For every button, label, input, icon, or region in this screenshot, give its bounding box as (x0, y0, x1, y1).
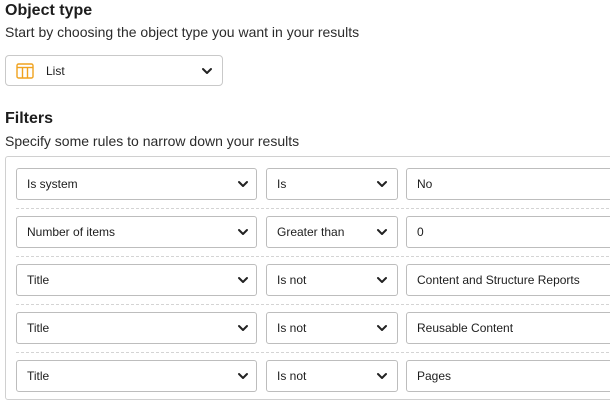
filter-value-text: Content and Structure Reports (417, 273, 580, 287)
filter-value-input[interactable]: Pages (406, 360, 610, 392)
filter-operator-label: Is (277, 177, 287, 191)
filter-field-select[interactable]: Title (16, 360, 257, 392)
filter-field-label: Number of items (27, 225, 116, 239)
filter-operator-label: Is not (277, 369, 307, 383)
object-type-title: Object type (5, 2, 93, 19)
filter-value-text: No (417, 177, 433, 191)
filter-operator-select[interactable]: Is not (266, 360, 398, 392)
filter-field-select[interactable]: Number of items (16, 216, 257, 248)
filter-operator-select[interactable]: Is not (266, 312, 398, 344)
filter-operator-label: Greater than (277, 225, 345, 239)
filter-value-input[interactable]: 0 (406, 216, 610, 248)
filter-field-label: Title (27, 321, 50, 335)
chevron-down-icon (235, 176, 251, 192)
filter-operator-select[interactable]: Is (266, 168, 398, 200)
chevron-down-icon (199, 63, 215, 79)
filter-value-input[interactable]: Content and Structure Reports (406, 264, 610, 296)
filter-value-text: 0 (417, 225, 424, 239)
chevron-down-icon (374, 368, 390, 384)
chevron-down-icon (374, 320, 390, 336)
filter-value-text: Reusable Content (417, 321, 514, 335)
row-divider (16, 304, 610, 305)
row-divider (16, 256, 610, 257)
filters-subtitle: Specify some rules to narrow down your r… (5, 133, 300, 149)
filter-value-text: Pages (417, 369, 452, 383)
chevron-down-icon (374, 224, 390, 240)
chevron-down-icon (235, 368, 251, 384)
filters-title: Filters (5, 110, 54, 127)
object-type-selected-label: List (46, 64, 65, 78)
chevron-down-icon (374, 176, 390, 192)
object-type-subtitle: Start by choosing the object type you wa… (5, 24, 360, 40)
filter-operator-select[interactable]: Is not (266, 264, 398, 296)
filter-field-label: Is system (27, 177, 78, 191)
chevron-down-icon (235, 224, 251, 240)
chevron-down-icon (235, 272, 251, 288)
filter-field-label: Title (27, 273, 50, 287)
filter-field-label: Title (27, 369, 50, 383)
filter-row: Title Is not Pages (6, 360, 610, 408)
filter-operator-label: Is not (277, 273, 307, 287)
row-divider (16, 352, 610, 353)
filter-field-select[interactable]: Title (16, 312, 257, 344)
row-divider (16, 208, 610, 209)
filter-field-select[interactable]: Is system (16, 168, 257, 200)
object-type-select[interactable]: List (5, 55, 223, 86)
filter-field-select[interactable]: Title (16, 264, 257, 296)
list-table-icon (16, 63, 34, 84)
filter-value-input[interactable]: No (406, 168, 610, 200)
chevron-down-icon (235, 320, 251, 336)
chevron-down-icon (374, 272, 390, 288)
filter-operator-label: Is not (277, 321, 307, 335)
filter-value-input[interactable]: Reusable Content (406, 312, 610, 344)
filters-panel: Is system Is No Number of items Greater … (5, 156, 610, 400)
filter-operator-select[interactable]: Greater than (266, 216, 398, 248)
